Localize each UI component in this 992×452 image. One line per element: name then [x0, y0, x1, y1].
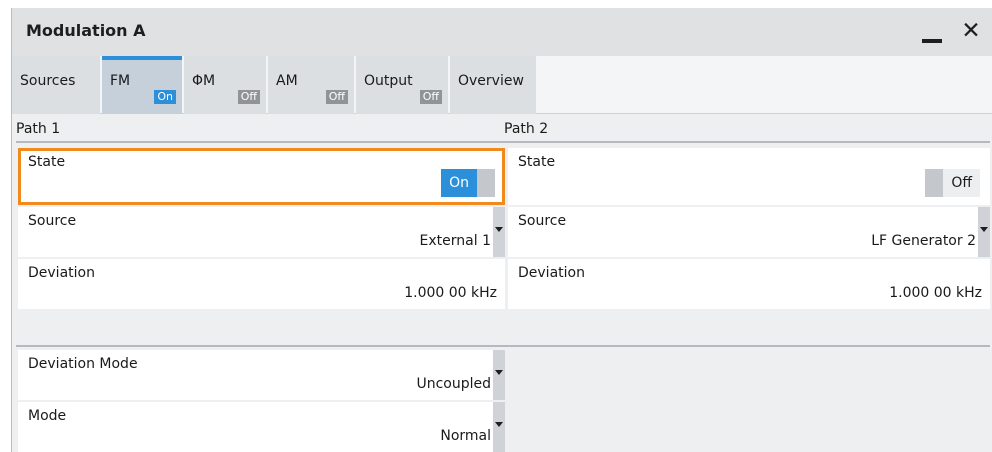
toggle-value: On	[441, 169, 477, 197]
minimize-button[interactable]	[917, 20, 947, 46]
path2-divider	[504, 141, 990, 143]
deviation-mode-select[interactable]: Deviation Mode Uncoupled	[18, 350, 505, 400]
status-badge: On	[154, 90, 176, 104]
field-label: Mode	[28, 408, 67, 424]
tab-label: AM	[276, 73, 298, 89]
tab-phim[interactable]: ΦM Off	[184, 56, 266, 114]
field-value: LF Generator 2	[871, 233, 976, 249]
field-label: Source	[518, 213, 567, 229]
path2-state-field[interactable]: State Off	[508, 148, 990, 205]
field-label: Deviation Mode	[28, 356, 138, 372]
dropdown-arrow-icon	[493, 207, 505, 257]
field-value: Normal	[440, 428, 491, 444]
close-icon: ✕	[961, 18, 981, 44]
path1-source-select[interactable]: Source External 1	[18, 207, 505, 257]
toggle-value: Off	[943, 169, 980, 197]
path1-state-toggle[interactable]: On	[441, 169, 495, 197]
field-value: 1.000 00 kHz	[889, 285, 982, 301]
tab-label: Output	[364, 73, 413, 89]
tab-label: Overview	[458, 73, 524, 89]
tab-overview[interactable]: Overview	[450, 56, 536, 114]
tab-label: FM	[110, 73, 131, 89]
tab-sources[interactable]: Sources	[12, 56, 100, 114]
tab-fm[interactable]: FM On	[102, 56, 182, 114]
field-label: Deviation	[518, 265, 585, 281]
path1-header: Path 1	[16, 121, 61, 137]
path1-state-field[interactable]: State On	[18, 148, 505, 205]
field-value: External 1	[419, 233, 491, 249]
toggle-knob	[925, 169, 944, 197]
title-bar: Modulation A ✕	[12, 8, 992, 56]
dropdown-arrow-icon	[978, 207, 990, 257]
field-value: 1.000 00 kHz	[404, 285, 497, 301]
field-label: State	[518, 154, 556, 170]
minimize-icon	[922, 39, 942, 43]
tab-label: ΦM	[192, 73, 216, 89]
tab-output[interactable]: Output Off	[356, 56, 448, 114]
status-badge: Off	[419, 90, 442, 104]
section-divider	[16, 345, 990, 347]
path2-state-toggle[interactable]: Off	[925, 169, 980, 197]
dropdown-arrow-icon	[493, 402, 505, 452]
field-label: Source	[28, 213, 77, 229]
close-button[interactable]: ✕	[956, 16, 986, 46]
path1-deviation-field[interactable]: Deviation 1.000 00 kHz	[18, 259, 505, 309]
path2-header: Path 2	[504, 121, 549, 137]
tab-label: Sources	[20, 73, 76, 89]
status-badge: Off	[237, 90, 260, 104]
field-label: Deviation	[28, 265, 95, 281]
path2-source-select[interactable]: Source LF Generator 2	[508, 207, 990, 257]
status-badge: Off	[325, 90, 348, 104]
field-value: Uncoupled	[416, 376, 491, 392]
tab-bar: Sources FM On ΦM Off AM Off Output Off O…	[12, 56, 992, 114]
tab-am[interactable]: AM Off	[268, 56, 354, 114]
dropdown-arrow-icon	[493, 350, 505, 400]
path2-deviation-field[interactable]: Deviation 1.000 00 kHz	[508, 259, 990, 309]
dialog-title: Modulation A	[26, 21, 146, 40]
path1-divider	[16, 141, 505, 143]
toggle-knob	[477, 169, 495, 197]
field-label: State	[28, 154, 66, 170]
modulation-dialog: Modulation A ✕ Sources FM On ΦM Off AM O…	[11, 8, 992, 452]
mode-select[interactable]: Mode Normal	[18, 402, 505, 452]
